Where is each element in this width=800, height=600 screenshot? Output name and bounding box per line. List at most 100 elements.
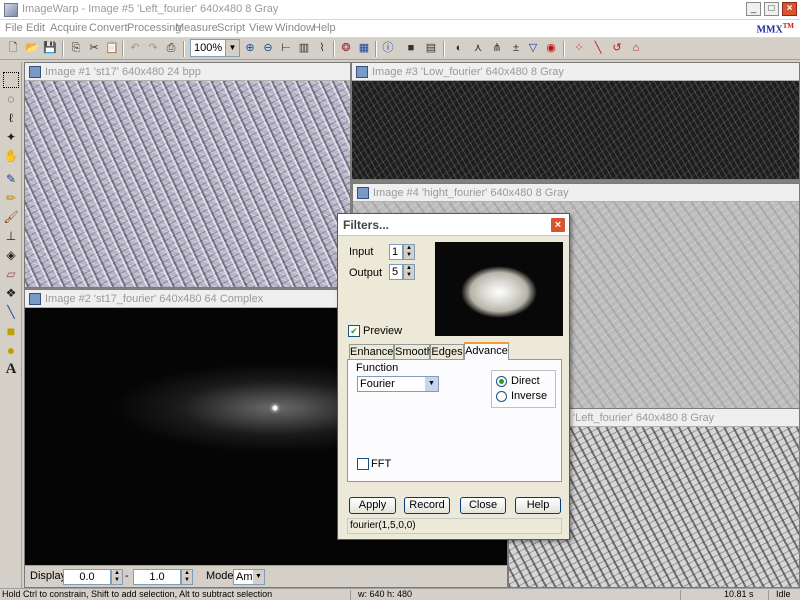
- display-max-spinner[interactable]: ▲ ▼: [181, 569, 193, 585]
- close-button[interactable]: Close: [460, 497, 506, 514]
- image-canvas-1[interactable]: [25, 81, 350, 287]
- fourier-icon[interactable]: ⋔: [489, 40, 505, 56]
- output-spinner[interactable]: ▲ ▼: [403, 264, 415, 280]
- mode-label: Mode:: [206, 570, 237, 582]
- text-tool-icon[interactable]: A: [3, 361, 19, 377]
- menu-convert[interactable]: Convert: [89, 22, 128, 34]
- menu-file[interactable]: File: [5, 22, 23, 34]
- pencil-icon[interactable]: ✏: [3, 190, 19, 206]
- image-canvas-3[interactable]: [352, 81, 799, 179]
- fft-checkbox[interactable]: [357, 458, 369, 470]
- line-measure-icon[interactable]: ╲: [590, 40, 606, 56]
- target-icon[interactable]: ◉: [543, 40, 559, 56]
- contrast-icon[interactable]: ◐: [451, 40, 467, 56]
- window-title: ImageWarp - Image #5 'Left_fourier' 640x…: [22, 3, 279, 15]
- dialog-close-button[interactable]: ×: [550, 217, 566, 233]
- video-icon[interactable]: ■: [403, 40, 419, 56]
- profile-icon[interactable]: ⌇: [314, 40, 330, 56]
- display-max-input[interactable]: 1.0: [133, 569, 181, 585]
- apply-button[interactable]: Apply: [349, 497, 396, 514]
- rectangle-select-icon[interactable]: [3, 72, 19, 88]
- direct-radio[interactable]: [496, 376, 507, 387]
- inverse-radio[interactable]: [496, 391, 507, 402]
- funnel-icon[interactable]: ▽: [525, 40, 541, 56]
- undo-icon[interactable]: ↶: [127, 40, 143, 56]
- input-field[interactable]: 1: [389, 244, 403, 260]
- title-bar: ImageWarp - Image #5 'Left_fourier' 640x…: [0, 0, 800, 20]
- eyedropper-icon[interactable]: ✎: [3, 171, 19, 187]
- display-min-input[interactable]: 0.0: [63, 569, 111, 585]
- output-field[interactable]: 5: [389, 264, 403, 280]
- fill-icon[interactable]: ◈: [3, 247, 19, 263]
- logo-mark: TM: [782, 22, 794, 30]
- fourier-center-peak: [269, 402, 281, 414]
- tab-advance[interactable]: Advance: [464, 342, 509, 360]
- save-icon[interactable]: 💾: [42, 40, 58, 56]
- function-value: Fourier: [360, 378, 395, 390]
- zoom-out-icon[interactable]: ⊖: [260, 40, 276, 56]
- plus-minus-icon[interactable]: ±: [508, 40, 524, 56]
- tab-edges[interactable]: Edges: [430, 344, 464, 360]
- line-icon[interactable]: ╲: [3, 304, 19, 320]
- close-window-button[interactable]: ×: [782, 2, 797, 16]
- brush-icon[interactable]: 🖌: [3, 209, 19, 225]
- new-file-icon[interactable]: 🗋: [5, 40, 21, 56]
- menu-acquire[interactable]: Acquire: [50, 22, 87, 34]
- lasso-icon[interactable]: ℓ: [3, 110, 19, 126]
- preview-checkbox[interactable]: ✔: [348, 325, 360, 337]
- redo-icon[interactable]: ↷: [145, 40, 161, 56]
- color-wheel-icon[interactable]: ❂: [338, 40, 354, 56]
- filter-icon[interactable]: ⋏: [470, 40, 486, 56]
- open-folder-icon[interactable]: 📂: [24, 40, 40, 56]
- cut-icon[interactable]: ✂: [86, 40, 102, 56]
- ellipse-select-icon[interactable]: ◌: [3, 91, 19, 107]
- image-window-4-titlebar[interactable]: Image #4 'hight_fourier' 640x480 8 Gray: [353, 184, 799, 202]
- rectangle-icon[interactable]: ■: [3, 323, 19, 339]
- function-select[interactable]: Fourier ▼: [357, 376, 439, 392]
- record-button[interactable]: Record: [404, 497, 450, 514]
- display-min-spinner[interactable]: ▲ ▼: [111, 569, 123, 585]
- tab-enhance[interactable]: Enhance: [349, 344, 394, 360]
- paste-icon[interactable]: 📋: [104, 40, 120, 56]
- ellipse-icon[interactable]: ●: [3, 342, 19, 358]
- menu-edit[interactable]: Edit: [26, 22, 45, 34]
- image-window-4-title: Image #4 'hight_fourier' 640x480 8 Gray: [373, 187, 569, 199]
- tab-smooth[interactable]: Smooth: [394, 344, 433, 360]
- info-icon[interactable]: ⓘ: [380, 40, 396, 56]
- menu-script[interactable]: Script: [217, 22, 245, 34]
- eraser-icon[interactable]: ▱: [3, 266, 19, 282]
- image-window-1[interactable]: Image #1 'st17' 640x480 24 bpp: [24, 62, 351, 288]
- polygon-measure-icon[interactable]: ⌂: [628, 40, 644, 56]
- menu-view[interactable]: View: [249, 22, 273, 34]
- points-icon[interactable]: ⁘: [571, 40, 587, 56]
- stamp-icon[interactable]: ⊥: [3, 228, 19, 244]
- help-button[interactable]: Help: [515, 497, 561, 514]
- menu-measure[interactable]: Measure: [175, 22, 218, 34]
- menu-processing[interactable]: Processing: [127, 22, 181, 34]
- image-window-3-titlebar[interactable]: Image #3 'Low_fourier' 640x480 8 Gray: [352, 63, 799, 81]
- notes-icon[interactable]: ▤: [423, 40, 439, 56]
- clone-icon[interactable]: ❖: [3, 285, 19, 301]
- menu-window[interactable]: Window: [275, 22, 314, 34]
- rulers-icon[interactable]: ⊢: [278, 40, 294, 56]
- input-spinner[interactable]: ▲ ▼: [403, 244, 415, 260]
- dialog-titlebar[interactable]: Filters... ×: [338, 214, 569, 236]
- copy-icon[interactable]: ⎘: [68, 40, 84, 56]
- angle-icon[interactable]: ↺: [609, 40, 625, 56]
- grid-icon[interactable]: ▦: [356, 40, 372, 56]
- display-bar: Display: 0.0 ▲ ▼ - 1.0 ▲ ▼ Mode: Amp ▼: [25, 565, 507, 587]
- zoom-select[interactable]: 100% ▼: [190, 39, 240, 57]
- app-icon: [4, 3, 18, 17]
- print-icon[interactable]: ⎙: [163, 40, 179, 56]
- hand-icon[interactable]: ✋: [3, 148, 19, 164]
- maximize-button[interactable]: □: [764, 2, 779, 16]
- image-window-3[interactable]: Image #3 'Low_fourier' 640x480 8 Gray: [351, 62, 800, 180]
- mode-select[interactable]: Amp ▼: [233, 569, 265, 585]
- chevron-down-icon: ▼: [425, 377, 438, 391]
- image-window-1-titlebar[interactable]: Image #1 'st17' 640x480 24 bpp: [25, 63, 350, 81]
- minimize-button[interactable]: _: [746, 2, 761, 16]
- menu-help[interactable]: Help: [313, 22, 336, 34]
- magic-wand-icon[interactable]: ✦: [3, 129, 19, 145]
- zoom-in-icon[interactable]: ⊕: [242, 40, 258, 56]
- histogram-icon[interactable]: ▥: [296, 40, 312, 56]
